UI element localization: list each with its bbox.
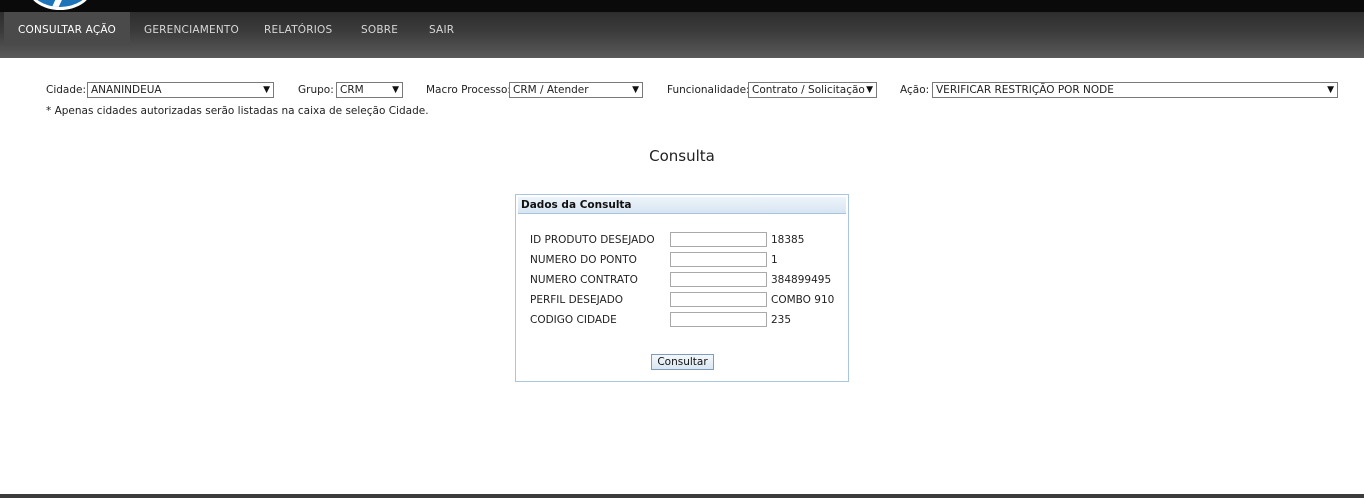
- field-label: CODIGO CIDADE: [530, 314, 617, 326]
- grupo-label: Grupo:: [298, 84, 334, 96]
- page-title: Consulta: [649, 147, 715, 165]
- main-nav: CONSULTAR AÇÃO GERENCIAMENTO RELATÓRIOS …: [0, 12, 1364, 58]
- field-label: ID PRODUTO DESEJADO: [530, 234, 655, 246]
- acao-label: Ação:: [900, 84, 930, 96]
- field-label: PERFIL DESEJADO: [530, 294, 624, 306]
- funcionalidade-select-value: Contrato / Solicitação: [752, 84, 865, 96]
- macro-processo-label: Macro Processo:: [426, 84, 511, 96]
- field-value: 1: [771, 254, 778, 266]
- cidade-select[interactable]: ANANINDEUA ▼: [87, 82, 274, 98]
- nav-item-consultar-acao[interactable]: CONSULTAR AÇÃO: [4, 12, 131, 46]
- top-strip: [0, 0, 1364, 12]
- macro-processo-select-value: CRM / Atender: [513, 84, 589, 96]
- field-label: NUMERO DO PONTO: [530, 254, 637, 266]
- macro-processo-select[interactable]: CRM / Atender ▼: [509, 82, 643, 98]
- triangle-down-icon: ▼: [263, 85, 270, 95]
- cidade-note: * Apenas cidades autorizadas serão lista…: [46, 105, 429, 117]
- logo: [28, 0, 92, 10]
- triangle-down-icon: ▼: [392, 85, 399, 95]
- funcionalidade-select[interactable]: Contrato / Solicitação ▼: [748, 82, 877, 98]
- panel-header: Dados da Consulta: [518, 197, 846, 214]
- field-row: PERFIL DESEJADO COMBO 910: [530, 292, 848, 308]
- id-produto-input[interactable]: [670, 232, 767, 247]
- nav-item-relatorios[interactable]: RELATÓRIOS: [264, 12, 332, 46]
- triangle-down-icon: ▼: [1327, 85, 1334, 95]
- filter-bar: Cidade: ANANINDEUA ▼ Grupo: CRM ▼ Macro …: [0, 82, 1364, 100]
- field-row: NUMERO CONTRATO 384899495: [530, 272, 848, 288]
- cidade-select-value: ANANINDEUA: [91, 84, 162, 96]
- grupo-select-value: CRM: [340, 84, 364, 96]
- bottom-divider: [0, 494, 1364, 498]
- consultar-button[interactable]: Consultar: [651, 354, 714, 370]
- perfil-desejado-input[interactable]: [670, 292, 767, 307]
- acao-select[interactable]: VERIFICAR RESTRIÇÃO POR NODE ▼: [932, 82, 1338, 98]
- triangle-down-icon: ▼: [866, 85, 873, 95]
- field-value: COMBO 910: [771, 294, 835, 306]
- funcionalidade-label: Funcionalidade:: [667, 84, 750, 96]
- numero-ponto-input[interactable]: [670, 252, 767, 267]
- numero-contrato-input[interactable]: [670, 272, 767, 287]
- field-row: ID PRODUTO DESEJADO 18385: [530, 232, 848, 248]
- cidade-label: Cidade:: [46, 84, 87, 96]
- field-value: 18385: [771, 234, 805, 246]
- query-panel: Dados da Consulta ID PRODUTO DESEJADO 18…: [515, 194, 849, 382]
- field-value: 235: [771, 314, 792, 326]
- nav-item-gerenciamento[interactable]: GERENCIAMENTO: [144, 12, 239, 46]
- field-value: 384899495: [771, 274, 832, 286]
- acao-select-value: VERIFICAR RESTRIÇÃO POR NODE: [936, 84, 1114, 96]
- field-row: NUMERO DO PONTO 1: [530, 252, 848, 268]
- codigo-cidade-input[interactable]: [670, 312, 767, 327]
- grupo-select[interactable]: CRM ▼: [336, 82, 403, 98]
- nav-item-sobre[interactable]: SOBRE: [361, 12, 398, 46]
- triangle-down-icon: ▼: [632, 85, 639, 95]
- nav-item-sair[interactable]: SAIR: [429, 12, 454, 46]
- field-label: NUMERO CONTRATO: [530, 274, 638, 286]
- field-row: CODIGO CIDADE 235: [530, 312, 848, 328]
